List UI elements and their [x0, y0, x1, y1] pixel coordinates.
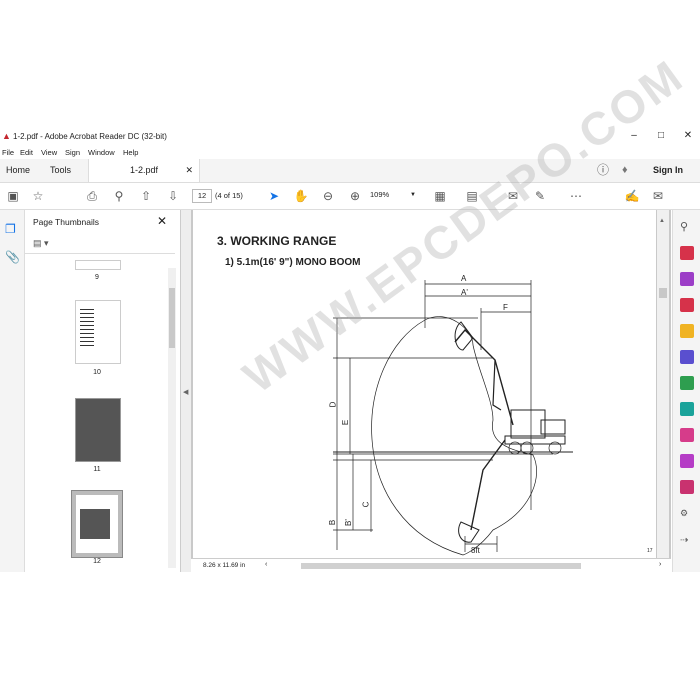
- page-display-icon[interactable]: ▦: [432, 188, 448, 204]
- thumbnail-page-9[interactable]: [75, 260, 121, 270]
- page-thumbnails-icon[interactable]: ❐: [5, 222, 16, 236]
- thumbnail-label: 12: [93, 558, 101, 565]
- page-count: (4 of 15): [215, 191, 243, 200]
- create-pdf-icon[interactable]: [680, 272, 694, 286]
- tab-close-icon[interactable]: ✕: [185, 159, 193, 182]
- tab-document-label: 1-2.pdf: [129, 165, 159, 175]
- print-icon[interactable]: ⎙: [84, 188, 100, 204]
- tab-document[interactable]: 1-2.pdf ✕: [88, 159, 200, 182]
- tab-home[interactable]: Home: [6, 159, 30, 182]
- attachment-icon[interactable]: 📎: [5, 250, 20, 264]
- send-for-signature-icon[interactable]: [680, 454, 694, 468]
- zoom-value: 109%: [370, 190, 390, 199]
- thumbnail-page-11[interactable]: [75, 398, 121, 462]
- edit-pdf-icon[interactable]: [680, 298, 694, 312]
- scroll-right-icon[interactable]: ›: [659, 561, 661, 568]
- zoom-dropdown[interactable]: 109% ▼: [370, 189, 420, 201]
- document-viewport: 3. WORKING RANGE 1) 5.1m(16' 9") MONO BO…: [191, 49, 693, 572]
- protect-icon[interactable]: [680, 402, 694, 416]
- thumbnail-text-lines: [80, 309, 94, 349]
- menu-edit[interactable]: Edit: [20, 148, 33, 157]
- document-scroll-thumb[interactable]: [659, 288, 667, 298]
- organize-pages-icon[interactable]: [680, 376, 694, 390]
- menu-file[interactable]: File: [2, 148, 14, 157]
- dimension-label-d: D: [328, 401, 338, 408]
- divider: [25, 253, 175, 254]
- hand-tool-icon[interactable]: ✋: [293, 188, 309, 204]
- thumbnail-label: 9: [95, 274, 99, 281]
- bell-icon[interactable]: ♦: [622, 159, 628, 182]
- star-icon[interactable]: ☆: [30, 188, 46, 204]
- page-footer-number: 17: [647, 548, 653, 554]
- dimension-label-b: B: [328, 519, 338, 526]
- close-icon[interactable]: ✕: [680, 130, 696, 141]
- thumbnail-table-block: [80, 509, 110, 539]
- thumbnail-page-12-content: [76, 495, 118, 553]
- zoom-search-icon[interactable]: ⚲: [111, 188, 127, 204]
- zoom-out-icon[interactable]: ⊖: [320, 188, 336, 204]
- dimension-label-a: A: [461, 274, 467, 283]
- menu-window[interactable]: Window: [88, 148, 115, 157]
- thumbnail-page-12-selected[interactable]: [71, 490, 123, 558]
- thumbnails-panel: Page Thumbnails ✕ ▤ ▾ 9 10 11 12: [25, 210, 181, 572]
- collapse-right-icon[interactable]: ⇢: [680, 535, 694, 549]
- thumbnail-options-icon[interactable]: ▤ ▾: [33, 238, 49, 249]
- horizontal-scroll-thumb[interactable]: [301, 563, 581, 569]
- fill-sign-icon[interactable]: ✍: [624, 188, 640, 204]
- pdf-page: 3. WORKING RANGE 1) 5.1m(16' 9") MONO BO…: [193, 49, 693, 558]
- document-vertical-scrollbar[interactable]: ▲: [657, 210, 669, 558]
- left-rail: ❐ 📎: [0, 210, 25, 572]
- dimension-label-a-prime: A': [461, 288, 468, 297]
- tab-tools[interactable]: Tools: [50, 159, 71, 182]
- more-tools-rail-icon[interactable]: [680, 480, 694, 494]
- search-icon[interactable]: ⚲: [680, 220, 694, 234]
- thumbnail-scrollbar[interactable]: [168, 268, 176, 568]
- dimension-label-ground: 8ft: [471, 546, 480, 555]
- thumbnails-title: Page Thumbnails: [33, 217, 99, 227]
- chevron-down-icon: ▼: [410, 192, 416, 198]
- zoom-in-icon[interactable]: ⊕: [347, 188, 363, 204]
- toolbar: ▣ ☆ ⎙ ⚲ ⇧ ⇩ 12 (4 of 15) ➤ ✋ ⊖ ⊕ 109% ▼ …: [0, 183, 700, 210]
- thumbnail-scroll-thumb[interactable]: [169, 288, 175, 348]
- comment-tool-icon[interactable]: [680, 324, 694, 338]
- next-page-icon[interactable]: ⇩: [165, 188, 181, 204]
- thumbnail-page-10[interactable]: [75, 300, 121, 364]
- scroll-up-icon[interactable]: ▲: [659, 218, 665, 224]
- thumbnail-label: 11: [93, 466, 101, 473]
- acrobat-window: ▲ 1-2.pdf - Adobe Acrobat Reader DC (32-…: [0, 49, 700, 573]
- menu-help[interactable]: Help: [123, 148, 138, 157]
- dimension-label-e: E: [341, 419, 351, 426]
- tools-settings-icon[interactable]: ⚙: [680, 508, 694, 522]
- thumbnail-label: 10: [93, 369, 101, 376]
- close-panel-icon[interactable]: ✕: [157, 214, 167, 228]
- save-icon[interactable]: ▣: [5, 188, 21, 204]
- scroll-left-icon[interactable]: ‹: [265, 561, 267, 568]
- panel-collapse-handle[interactable]: ◀: [181, 210, 191, 572]
- window-title: 1-2.pdf - Adobe Acrobat Reader DC (32-bi…: [13, 132, 167, 141]
- more-tools-icon[interactable]: ⋯: [568, 188, 584, 204]
- previous-page-icon[interactable]: ⇧: [138, 188, 154, 204]
- maximize-icon[interactable]: □: [653, 130, 669, 141]
- right-tools-rail: ⚲ ⚙ ⇢: [672, 210, 700, 572]
- help-icon[interactable]: ⓘ: [597, 159, 609, 182]
- export-pdf-icon[interactable]: [680, 246, 694, 260]
- pdf-app-icon: ▲: [2, 131, 11, 141]
- menu-view[interactable]: View: [41, 148, 57, 157]
- dimension-label-b-prime: B': [343, 519, 353, 526]
- page-size-label: 8.26 x 11.69 in: [203, 562, 246, 569]
- combine-files-icon[interactable]: [680, 350, 694, 364]
- mail-icon[interactable]: ✉: [650, 188, 666, 204]
- sign-in-button[interactable]: Sign In: [653, 159, 683, 182]
- dimension-label-f: F: [503, 303, 508, 312]
- dimension-label-c: C: [361, 501, 371, 508]
- fill-and-sign-icon[interactable]: [680, 428, 694, 442]
- menu-sign[interactable]: Sign: [65, 148, 80, 157]
- status-bar: 8.26 x 11.69 in ‹ ›: [191, 558, 671, 573]
- collapse-left-icon: ◀: [183, 389, 189, 396]
- page-number-input[interactable]: 12: [192, 189, 212, 203]
- select-cursor-icon[interactable]: ➤: [266, 188, 282, 204]
